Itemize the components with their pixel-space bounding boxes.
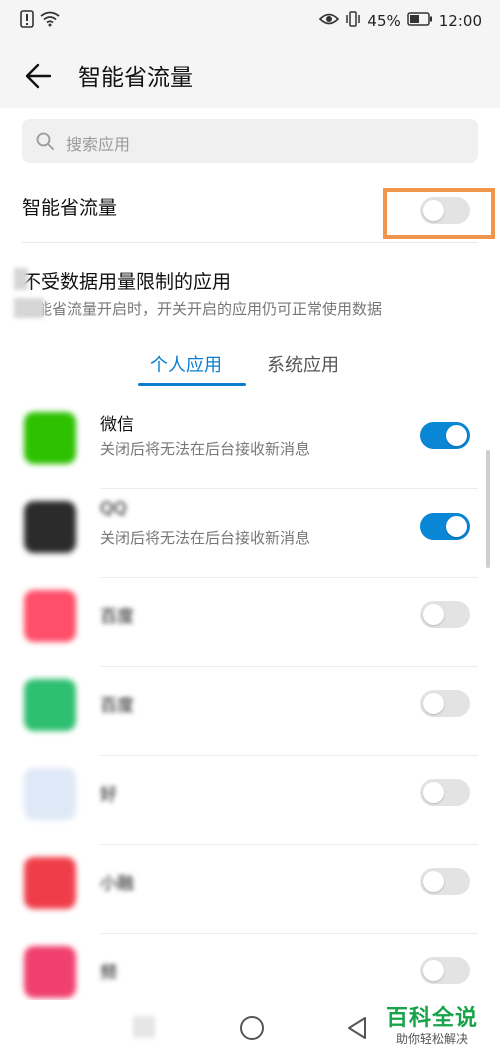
app-icon [24,679,76,731]
app-desc: 关闭后将无法在后台接收新消息 [100,440,311,458]
section-title: 不受数据用量限制的应用 [22,271,232,293]
app-toggle[interactable] [420,690,470,717]
back-button[interactable] [22,59,56,93]
nav-back-button[interactable] [346,1016,368,1044]
clock: 12:00 [438,12,482,30]
app-name: 小融 [100,874,134,894]
toggle-knob [423,871,444,892]
app-name: QQ [100,499,127,519]
watermark-sub: 助你轻松解决 [395,1032,468,1046]
app-desc: 关闭后将无法在后台接收新消息 [100,529,311,547]
tab-indicator [138,383,246,386]
app-icon [24,946,76,998]
toggle-knob [423,604,444,625]
battery-percent: 45% [367,12,401,30]
list-item: QQ 关闭后将无法在后台接收新消息 [0,489,500,578]
app-header: 智能省流量 [0,44,500,108]
app-name: 微信 [100,415,134,435]
watermark: 百科全说 助你轻松解决 [376,1000,488,1047]
app-tabs: 个人应用 系统应用 [0,348,500,388]
app-toggle[interactable] [420,601,470,628]
toggle-knob [423,960,444,981]
toggle-knob [446,425,467,446]
blur-mask [14,268,28,290]
status-bar: 45% 12:00 [0,0,500,44]
app-name: 好 [100,785,117,805]
search-input[interactable]: 搜索应用 [22,119,478,163]
battery-icon [407,12,433,30]
wechat-icon [24,412,76,464]
alert-icon [20,10,34,32]
toggle-knob [423,693,444,714]
app-icon [24,768,76,820]
list-item: 百度 [0,667,500,756]
smart-data-saver-label: 智能省流量 [22,197,118,219]
back-arrow-icon [25,63,52,89]
qq-icon [24,501,76,553]
app-toggle[interactable] [420,513,470,540]
vibrate-icon [345,11,361,31]
triangle-back-icon [348,1017,366,1039]
section-subtitle: 智能省流量开启时，开关开启的应用仍可正常使用数据 [22,300,383,318]
blur-mask [14,298,44,318]
page-title: 智能省流量 [78,65,193,91]
app-name: 百度 [100,696,134,716]
app-toggle[interactable] [420,868,470,895]
tab-personal-apps[interactable]: 个人应用 [150,351,222,377]
app-icon [24,857,76,909]
wifi-icon [40,11,60,31]
app-name: 频 [100,963,117,983]
watermark-main: 百科全说 [385,1006,478,1031]
app-name: 百度 [100,607,134,627]
search-placeholder: 搜索应用 [66,135,131,154]
list-item: 好 [0,756,500,845]
list-item: 百度 [0,578,500,667]
app-toggle[interactable] [420,957,470,984]
toggle-knob [423,782,444,803]
eye-icon [319,12,340,30]
toggle-knob [446,516,467,537]
tab-system-apps[interactable]: 系统应用 [267,351,339,377]
divider [22,242,478,243]
home-button[interactable] [240,1016,264,1040]
highlight-box [383,188,495,239]
scrollbar[interactable] [486,450,490,568]
recent-apps-button[interactable] [133,1016,155,1038]
list-item: 小融 [0,845,500,934]
list-item: 微信 关闭后将无法在后台接收新消息 [0,400,500,489]
search-icon [36,132,54,150]
app-icon [24,590,76,642]
app-toggle[interactable] [420,422,470,449]
app-toggle[interactable] [420,779,470,806]
